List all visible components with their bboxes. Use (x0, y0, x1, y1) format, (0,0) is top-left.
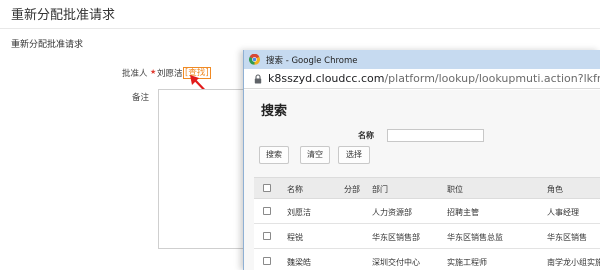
approver-label: 批准人 (122, 69, 148, 79)
table-row[interactable]: 刘愿洁 人力资源部 招聘主管 人事经理 (254, 199, 600, 224)
approver-value: 刘愿洁 (157, 69, 183, 79)
cell-position: 实施工程师 (447, 258, 487, 267)
search-heading: 搜索 (261, 104, 288, 119)
cell-position: 招聘主管 (447, 208, 479, 217)
url-path: /platform/lookup/lookupmuti.action?lkfm=… (384, 72, 600, 85)
window-title: 搜索 - Google Chrome (266, 56, 358, 66)
table-row[interactable]: 魏梁皓 深圳交付中心 实施工程师 南学龙小组实施 (254, 249, 600, 270)
column-header: 部门 (372, 185, 388, 194)
popup-content: 搜索 名称 搜索 清空 选择 名称 分部 部门 职位 角色 刘愿洁 人力资源部 … (244, 90, 600, 270)
window-titlebar[interactable]: 搜索 - Google Chrome (244, 50, 600, 69)
table-row[interactable]: 程锐 华东区销售部 华东区销售总监 华东区销售 (254, 224, 600, 249)
clear-button[interactable]: 清空 (300, 146, 330, 164)
name-label: 名称 (358, 131, 374, 140)
column-header: 职位 (447, 185, 463, 194)
select-all-checkbox[interactable] (263, 184, 271, 192)
search-button[interactable]: 搜索 (259, 146, 289, 164)
required-star-icon: ★ (150, 68, 157, 76)
row-checkbox[interactable] (263, 232, 271, 240)
name-search-input[interactable] (387, 129, 484, 142)
remark-textarea[interactable] (158, 89, 250, 249)
cell-department: 华东区销售部 (372, 233, 420, 242)
row-checkbox[interactable] (263, 257, 271, 265)
row-checkbox[interactable] (263, 207, 271, 215)
table-header: 名称 分部 部门 职位 角色 (254, 177, 600, 199)
lock-icon (254, 74, 262, 84)
address-bar[interactable]: k8sszyd.cloudcc.com/platform/lookup/look… (244, 69, 600, 89)
cell-position: 华东区销售总监 (447, 233, 503, 242)
url-domain: k8sszyd.cloudcc.com (268, 72, 385, 85)
divider (0, 28, 600, 29)
select-button[interactable]: 选择 (338, 146, 370, 164)
section-title: 重新分配批准请求 (11, 40, 84, 50)
column-header: 分部 (344, 185, 360, 194)
cell-name: 刘愿洁 (287, 208, 311, 217)
column-header: 角色 (547, 185, 563, 194)
lookup-popup-window: 搜索 - Google Chrome k8sszyd.cloudcc.com/p… (243, 50, 600, 270)
chrome-icon (249, 54, 260, 65)
url-text[interactable]: k8sszyd.cloudcc.com/platform/lookup/look… (268, 72, 600, 85)
cell-role: 人事经理 (547, 208, 579, 217)
cell-department: 人力资源部 (372, 208, 412, 217)
cell-department: 深圳交付中心 (372, 258, 420, 267)
column-header: 名称 (287, 185, 303, 194)
cell-role: 南学龙小组实施 (547, 258, 600, 267)
cell-name: 程锐 (287, 233, 303, 242)
cell-role: 华东区销售 (547, 233, 587, 242)
cell-name: 魏梁皓 (287, 258, 311, 267)
remark-label: 备注 (132, 93, 150, 103)
page-title: 重新分配批准请求 (11, 8, 116, 23)
